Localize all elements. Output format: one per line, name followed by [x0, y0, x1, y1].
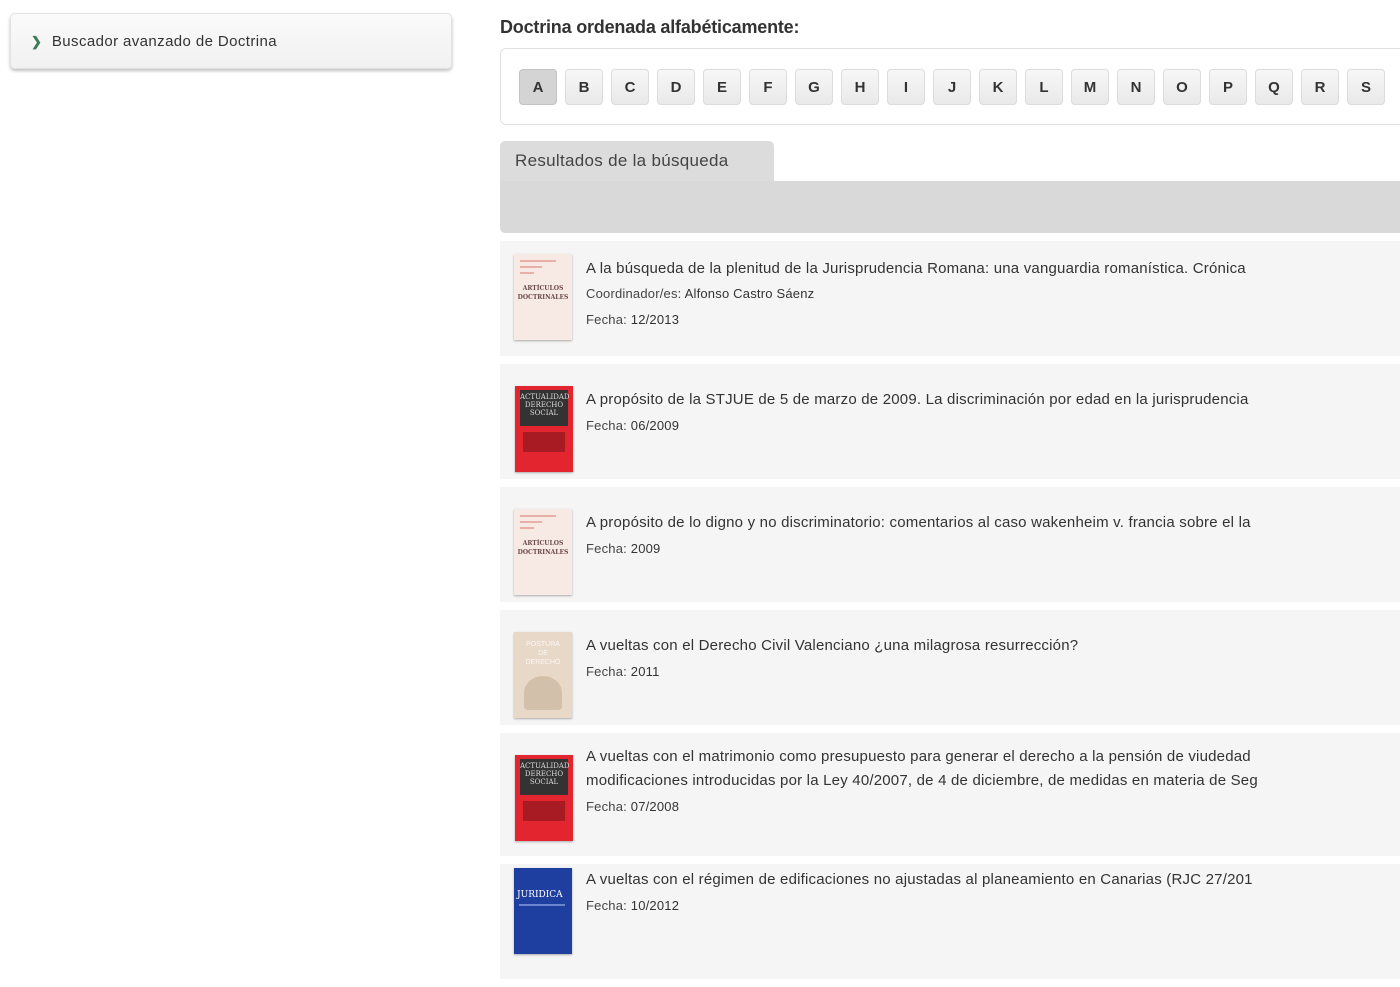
letter-g-button[interactable]: G	[795, 69, 833, 105]
letter-q-button[interactable]: Q	[1255, 69, 1293, 105]
red-journal-cover-image: ACTUALIDAD DERECHO SOCIAL	[515, 755, 573, 841]
result-title-continued[interactable]: modificaciones introducidas por la Ley 4…	[586, 770, 1258, 791]
letter-s-button[interactable]: S	[1347, 69, 1385, 105]
tab-results[interactable]: Resultados de la búsqueda	[500, 141, 774, 181]
letter-n-button[interactable]: N	[1117, 69, 1155, 105]
letter-k-button[interactable]: K	[979, 69, 1017, 105]
cover-title: ARTÍCULOS DOCTRINALES	[517, 285, 569, 301]
results-list: ARTÍCULOS DOCTRINALES A la búsqueda de l…	[500, 241, 1400, 987]
result-item[interactable]: ACTUALIDAD DERECHO SOCIAL A propósito de l…	[500, 364, 1400, 479]
result-date: Fecha: 2011	[586, 664, 660, 679]
result-title[interactable]: A vueltas con el régimen de edificacione…	[586, 869, 1253, 890]
chevron-right-icon: ❯	[31, 33, 42, 49]
letter-i-button[interactable]: I	[887, 69, 925, 105]
articulos-doctrinales-cover-image: ARTÍCULOS DOCTRINALES	[514, 254, 572, 340]
blue-journal-cover-image: JURIDICA	[514, 868, 572, 954]
letter-a-button[interactable]: A	[519, 69, 557, 105]
alphabet-filter: ABCDEFGHIJKLMNOPQRS	[500, 48, 1400, 125]
letter-r-button[interactable]: R	[1301, 69, 1339, 105]
result-date: Fecha: 07/2008	[586, 799, 680, 814]
advanced-search-link[interactable]: ❯ Buscador avanzado de Doctrina	[10, 13, 452, 69]
articulos-doctrinales-cover-image: ARTÍCULOS DOCTRINALES	[514, 509, 572, 595]
result-item[interactable]: POSTURA DE DERECHO A vueltas con el Derech…	[500, 610, 1400, 725]
result-date: Fecha: 10/2012	[586, 898, 680, 913]
result-item[interactable]: ARTÍCULOS DOCTRINALES A la búsqueda de l…	[500, 241, 1400, 356]
result-item[interactable]: ARTÍCULOS DOCTRINALES A propósito de lo …	[500, 487, 1400, 602]
letter-c-button[interactable]: C	[611, 69, 649, 105]
result-date: Fecha: 06/2009	[586, 418, 680, 433]
red-journal-cover-image: ACTUALIDAD DERECHO SOCIAL	[515, 386, 573, 472]
letter-d-button[interactable]: D	[657, 69, 695, 105]
result-date: Fecha: 12/2013	[586, 312, 680, 327]
result-coordinator: Coordinador/es: Alfonso Castro Sáenz	[586, 286, 815, 301]
letter-l-button[interactable]: L	[1025, 69, 1063, 105]
result-date: Fecha: 2009	[586, 541, 661, 556]
result-title[interactable]: A la búsqueda de la plenitud de la Juris…	[586, 258, 1246, 279]
result-title[interactable]: A vueltas con el Derecho Civil Valencian…	[586, 635, 1078, 656]
letter-p-button[interactable]: P	[1209, 69, 1247, 105]
result-title[interactable]: A propósito de lo digno y no discriminat…	[586, 512, 1251, 533]
letter-b-button[interactable]: B	[565, 69, 603, 105]
beige-book-cover-image: POSTURA DE DERECHO	[514, 632, 572, 718]
result-title[interactable]: A propósito de la STJUE de 5 de marzo de…	[586, 389, 1249, 410]
page-title: Doctrina ordenada alfabéticamente:	[500, 17, 800, 37]
letter-o-button[interactable]: O	[1163, 69, 1201, 105]
letter-e-button[interactable]: E	[703, 69, 741, 105]
result-item[interactable]: JURIDICA A vueltas con el régimen de edi…	[500, 864, 1400, 979]
advanced-search-label: Buscador avanzado de Doctrina	[51, 32, 277, 50]
cover-title: ARTÍCULOS DOCTRINALES	[517, 540, 569, 556]
letter-m-button[interactable]: M	[1071, 69, 1109, 105]
results-toolbar	[500, 181, 1400, 233]
result-item[interactable]: ACTUALIDAD DERECHO SOCIAL A vueltas con el…	[500, 733, 1400, 856]
letter-f-button[interactable]: F	[749, 69, 787, 105]
result-title[interactable]: A vueltas con el matrimonio como presupu…	[586, 746, 1251, 767]
letter-h-button[interactable]: H	[841, 69, 879, 105]
alphabet-row: ABCDEFGHIJKLMNOPQRS	[519, 69, 1393, 105]
cover-title: JURIDICA	[517, 890, 563, 900]
letter-j-button[interactable]: J	[933, 69, 971, 105]
